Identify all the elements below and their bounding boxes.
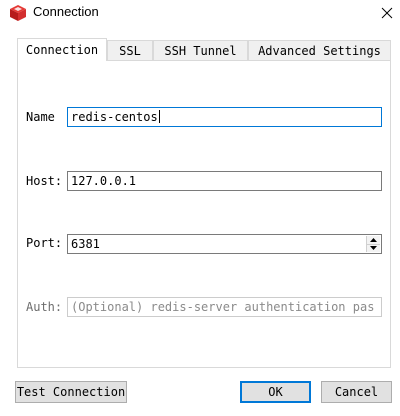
window-title: Connection [33, 4, 99, 19]
ok-button[interactable]: OK [240, 381, 311, 403]
name-label: Name [26, 110, 55, 124]
tab-advanced-settings[interactable]: Advanced Settings [248, 40, 391, 60]
title-bar: Connection [0, 0, 400, 27]
auth-placeholder: (Optional) redis-server authentication p… [71, 300, 375, 314]
arrow-down-icon [370, 246, 377, 250]
redis-cube-icon [9, 4, 27, 22]
tab-connection[interactable]: Connection [17, 38, 107, 61]
host-field[interactable]: 127.0.0.1 [67, 171, 382, 191]
port-value: 6381 [71, 237, 100, 251]
close-button[interactable] [374, 0, 400, 26]
arrow-up-icon [370, 238, 377, 242]
host-value: 127.0.0.1 [71, 174, 137, 188]
name-field[interactable]: redis-centos [67, 107, 382, 127]
tab-bar: Connection SSL SSH Tunnel Advanced Setti… [17, 38, 391, 61]
auth-label: Auth: [26, 300, 63, 314]
text-caret [158, 110, 160, 123]
port-spinbox[interactable]: 6381 [67, 234, 382, 254]
name-value: redis-centos [71, 110, 158, 124]
port-label: Port: [26, 236, 63, 250]
test-connection-button[interactable]: Test Connection [15, 381, 127, 403]
tab-ssh-tunnel[interactable]: SSH Tunnel [153, 40, 248, 60]
port-stepper [366, 236, 380, 252]
cancel-button[interactable]: Cancel [321, 381, 392, 403]
tab-ssl[interactable]: SSL [107, 40, 153, 60]
stepper-down-button[interactable] [367, 244, 380, 252]
host-label: Host: [26, 174, 63, 188]
auth-field: (Optional) redis-server authentication p… [67, 297, 382, 317]
close-icon [381, 7, 393, 19]
